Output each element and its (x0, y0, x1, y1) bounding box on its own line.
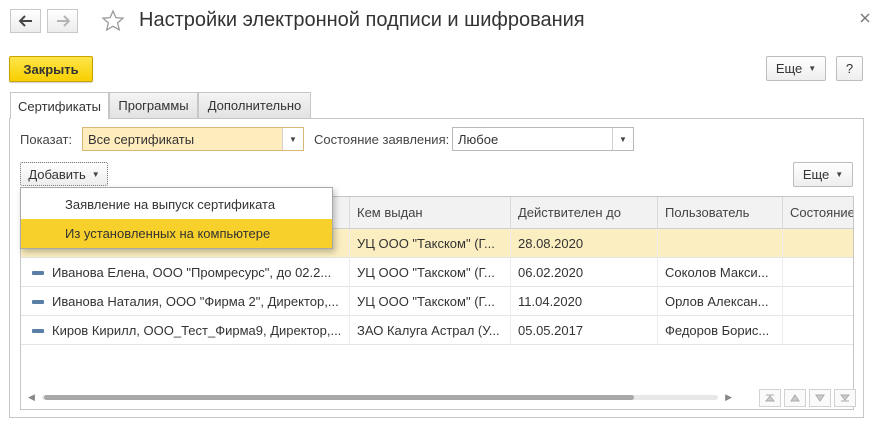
triangle-down-icon (815, 394, 825, 402)
page-title: Настройки электронной подписи и шифрован… (139, 9, 585, 31)
show-filter-value: Все сертификаты (83, 131, 282, 147)
tab-certificates[interactable]: Сертификаты (10, 92, 109, 119)
cell-issuer: УЦ ООО "Такском" (Г... (350, 258, 511, 287)
cell-name: Иванова Наталия, ООО "Фирма 2", Директор… (45, 287, 350, 316)
horizontal-scrollbar[interactable]: ◀ ▶ (20, 388, 740, 406)
menu-item-from-installed[interactable]: Из установленных на компьютере (21, 219, 332, 248)
help-button[interactable]: ? (836, 56, 863, 81)
arrow-left-icon (18, 15, 32, 27)
list-more-label: Еще (802, 167, 830, 182)
more-actions-label: Еще (775, 61, 803, 76)
last-row-icon (840, 394, 850, 402)
show-filter-select[interactable]: Все сертификаты ▼ (82, 127, 304, 151)
star-icon[interactable] (101, 9, 125, 33)
cell-valid-to: 28.08.2020 (511, 229, 658, 258)
table-row[interactable]: Иванова Елена, ООО "Промресурс", до 02.2… (21, 258, 853, 287)
column-header-valid-to[interactable]: Действителен до (511, 197, 658, 229)
nav-first-button[interactable] (759, 389, 781, 407)
add-dropdown-menu[interactable]: Заявление на выпуск сертификата Из устан… (20, 187, 333, 249)
cell-user: Соколов Макси... (658, 258, 783, 287)
scroll-thumb[interactable] (44, 395, 634, 400)
status-filter-select[interactable]: Любое ▼ (452, 127, 634, 151)
back-button[interactable] (10, 9, 41, 33)
first-row-icon (765, 394, 775, 402)
chevron-down-icon: ▼ (835, 170, 844, 179)
close-button[interactable]: Закрыть (9, 56, 93, 82)
tab-additional[interactable]: Дополнительно (198, 92, 311, 118)
cell-issuer: УЦ ООО "Такском" (Г... (350, 287, 511, 316)
triangle-up-icon (790, 394, 800, 402)
column-header-issuer[interactable]: Кем выдан (350, 197, 511, 229)
cell-valid-to: 11.04.2020 (511, 287, 658, 316)
scroll-right-icon[interactable]: ▶ (725, 392, 732, 403)
cell-user: Орлов Алексан... (658, 287, 783, 316)
tab-programs[interactable]: Программы (109, 92, 198, 118)
status-filter-label: Состояние заявления: (314, 132, 450, 147)
cell-valid-to: 05.05.2017 (511, 316, 658, 345)
cell-issuer: ЗАО Калуга Астрал (У... (350, 316, 511, 345)
add-button[interactable]: Добавить ▼ (20, 162, 108, 186)
arrow-right-icon (56, 15, 70, 27)
show-filter-label: Показат: (20, 132, 73, 147)
certificate-icon (32, 300, 44, 304)
table-row[interactable]: Киров Кирилл, ООО_Тест_Фирма9, Директор,… (21, 316, 853, 345)
cell-name: Киров Кирилл, ООО_Тест_Фирма9, Директор,… (45, 316, 350, 345)
nav-up-button[interactable] (784, 389, 806, 407)
cell-state (783, 229, 853, 258)
column-header-user[interactable]: Пользователь (658, 197, 783, 229)
menu-item-certificate-request[interactable]: Заявление на выпуск сертификата (21, 190, 332, 219)
cell-valid-to: 06.02.2020 (511, 258, 658, 287)
chevron-down-icon[interactable]: ▼ (612, 128, 633, 150)
forward-button[interactable] (47, 9, 78, 33)
chevron-down-icon[interactable]: ▼ (282, 128, 303, 150)
nav-last-button[interactable] (834, 389, 856, 407)
column-header-state[interactable]: Состояние (783, 197, 853, 229)
chevron-down-icon: ▼ (91, 169, 100, 179)
nav-down-button[interactable] (809, 389, 831, 407)
chevron-down-icon: ▼ (808, 64, 817, 73)
close-icon[interactable] (858, 11, 872, 25)
certificate-icon (32, 271, 44, 275)
more-actions-button[interactable]: Еще ▼ (766, 56, 826, 81)
scroll-left-icon[interactable]: ◀ (28, 392, 35, 403)
table-row[interactable]: Иванова Наталия, ООО "Фирма 2", Директор… (21, 287, 853, 316)
certificate-icon (32, 329, 44, 333)
add-button-label: Добавить (28, 166, 86, 182)
cell-user (658, 229, 783, 258)
cell-state (783, 258, 853, 287)
cell-issuer: УЦ ООО "Такском" (Г... (350, 229, 511, 258)
status-filter-value: Любое (458, 131, 499, 147)
cell-state (783, 287, 853, 316)
cell-state (783, 316, 853, 345)
cell-user: Федоров Борис... (658, 316, 783, 345)
cell-name: Иванова Елена, ООО "Промресурс", до 02.2… (45, 258, 350, 287)
list-more-button[interactable]: Еще ▼ (793, 162, 853, 187)
